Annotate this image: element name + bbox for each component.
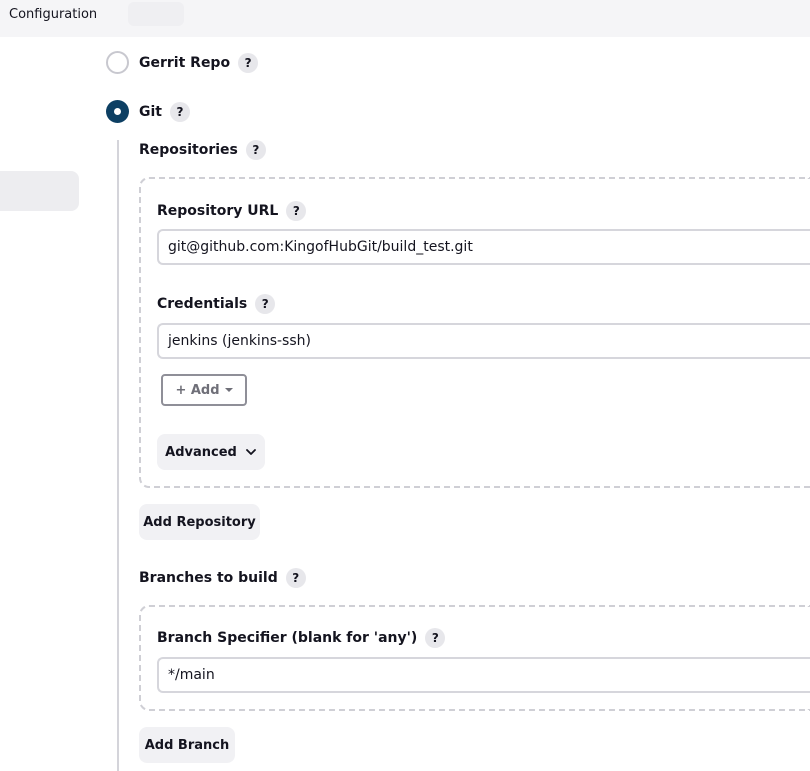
- add-credentials-label: + Add: [175, 382, 220, 398]
- chevron-down-icon: [245, 449, 256, 455]
- repositories-label: Repositories: [139, 142, 238, 158]
- advanced-label: Advanced: [165, 444, 237, 460]
- scm-option-git[interactable]: Git ?: [106, 100, 190, 123]
- git-help-icon[interactable]: ?: [169, 101, 190, 122]
- repositories-help-icon[interactable]: ?: [245, 140, 266, 160]
- add-branch-button[interactable]: Add Branch: [139, 727, 235, 763]
- credentials-heading: Credentials ?: [157, 294, 276, 314]
- repository-url-help-icon[interactable]: ?: [286, 201, 307, 221]
- gerrit-label: Gerrit Repo: [139, 54, 231, 71]
- add-credentials-button[interactable]: + Add: [161, 374, 247, 406]
- git-radio[interactable]: [106, 100, 129, 123]
- branch-specifier-help-icon[interactable]: ?: [425, 628, 446, 648]
- caret-down-icon: [224, 388, 233, 392]
- advanced-button[interactable]: Advanced: [157, 434, 265, 470]
- sidebar-selected-item[interactable]: [0, 171, 79, 211]
- branches-heading: Branches to build ?: [139, 568, 306, 588]
- repository-url-input[interactable]: git@github.com:KingofHubGit/build_test.g…: [157, 229, 810, 265]
- page-title: Configuration: [9, 7, 98, 22]
- branches-help-icon[interactable]: ?: [285, 568, 306, 588]
- gerrit-radio[interactable]: [106, 51, 129, 74]
- scm-option-gerrit[interactable]: Gerrit Repo ?: [106, 51, 259, 74]
- repository-url-label: Repository URL: [157, 203, 279, 219]
- branch-specifier-heading: Branch Specifier (blank for 'any') ?: [157, 628, 446, 648]
- credentials-help-icon[interactable]: ?: [255, 294, 276, 314]
- gerrit-help-icon[interactable]: ?: [238, 52, 259, 73]
- branch-specifier-label: Branch Specifier (blank for 'any'): [157, 630, 418, 646]
- faded-tab: [128, 2, 184, 26]
- git-label: Git: [139, 103, 162, 120]
- credentials-label: Credentials: [157, 296, 248, 312]
- credentials-select[interactable]: jenkins (jenkins-ssh): [157, 323, 810, 359]
- add-repository-button[interactable]: Add Repository: [139, 504, 260, 540]
- repository-url-heading: Repository URL ?: [157, 201, 307, 221]
- branch-specifier-input[interactable]: */main: [157, 657, 810, 693]
- top-bar: Configuration: [0, 0, 810, 37]
- branches-label: Branches to build: [139, 570, 278, 586]
- section-indent-line: [117, 140, 119, 771]
- repositories-heading: Repositories ?: [139, 140, 266, 160]
